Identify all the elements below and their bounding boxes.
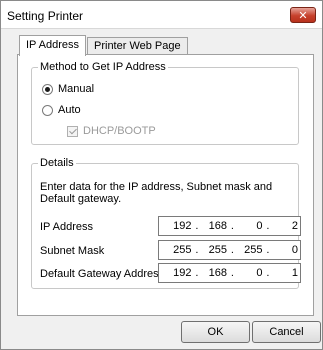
close-button[interactable]: ✕ [290,7,316,23]
octet-separator: . [195,267,199,279]
default-gateway-input[interactable]: 192 . 168 . 0 . 1 [158,263,301,283]
octet-2[interactable]: 168 [200,267,229,279]
setting-printer-dialog: Setting Printer ✕ IP Address Printer Web… [0,0,323,350]
dhcp-bootp-checkbox[interactable]: DHCP/BOOTP [67,125,156,137]
octet-2[interactable]: 168 [200,220,229,232]
octet-separator: . [195,220,199,232]
method-group: Method to Get IP Address Manual Auto DHC… [31,61,299,145]
window-title: Setting Printer [7,9,84,23]
octet-4[interactable]: 1 [271,267,300,279]
octet-3[interactable]: 255 [236,244,265,256]
tab-label: Printer Web Page [94,40,181,52]
octet-separator: . [266,220,270,232]
octet-4[interactable]: 2 [271,220,300,232]
tab-panel-ip-address: Method to Get IP Address Manual Auto DHC… [17,54,314,316]
octet-1[interactable]: 192 [159,220,194,232]
octet-separator: . [266,267,270,279]
radio-manual-label: Manual [58,83,95,95]
octet-separator: . [266,244,270,256]
checkbox-checked-icon[interactable] [67,125,78,137]
radio-button[interactable] [42,104,53,116]
details-group: Details Enter data for the IP address, S… [31,157,301,289]
radio-manual[interactable]: Manual [42,83,94,95]
octet-separator: . [230,267,234,279]
radio-auto[interactable]: Auto [42,104,81,116]
title-bar: Setting Printer ✕ [1,1,322,29]
details-description: Enter data for the IP address, Subnet ma… [40,181,273,205]
subnet-mask-label: Subnet Mask [40,245,105,257]
dhcp-bootp-label: DHCP/BOOTP [83,125,156,137]
tab-ip-address[interactable]: IP Address [19,35,86,56]
octet-2[interactable]: 255 [200,244,229,256]
details-group-title: Details [38,157,76,169]
octet-3[interactable]: 0 [236,267,265,279]
octet-separator: . [230,244,234,256]
octet-separator: . [230,220,234,232]
ok-button[interactable]: OK [181,321,250,343]
octet-1[interactable]: 255 [159,244,194,256]
ip-address-input[interactable]: 192 . 168 . 0 . 2 [158,216,301,236]
cancel-button[interactable]: Cancel [252,321,321,343]
octet-separator: . [195,244,199,256]
default-gateway-label: Default Gateway Address [40,268,165,280]
tab-printer-web-page[interactable]: Printer Web Page [87,37,188,55]
radio-button-selected[interactable] [42,83,53,95]
ip-address-label: IP Address [40,221,93,233]
octet-3[interactable]: 0 [236,220,265,232]
octet-4[interactable]: 0 [271,244,300,256]
close-icon: ✕ [298,8,308,22]
subnet-mask-input[interactable]: 255 . 255 . 255 . 0 [158,240,301,260]
method-group-title: Method to Get IP Address [38,61,168,73]
radio-auto-label: Auto [58,104,81,116]
octet-1[interactable]: 192 [159,267,194,279]
tab-label: IP Address [26,39,79,51]
